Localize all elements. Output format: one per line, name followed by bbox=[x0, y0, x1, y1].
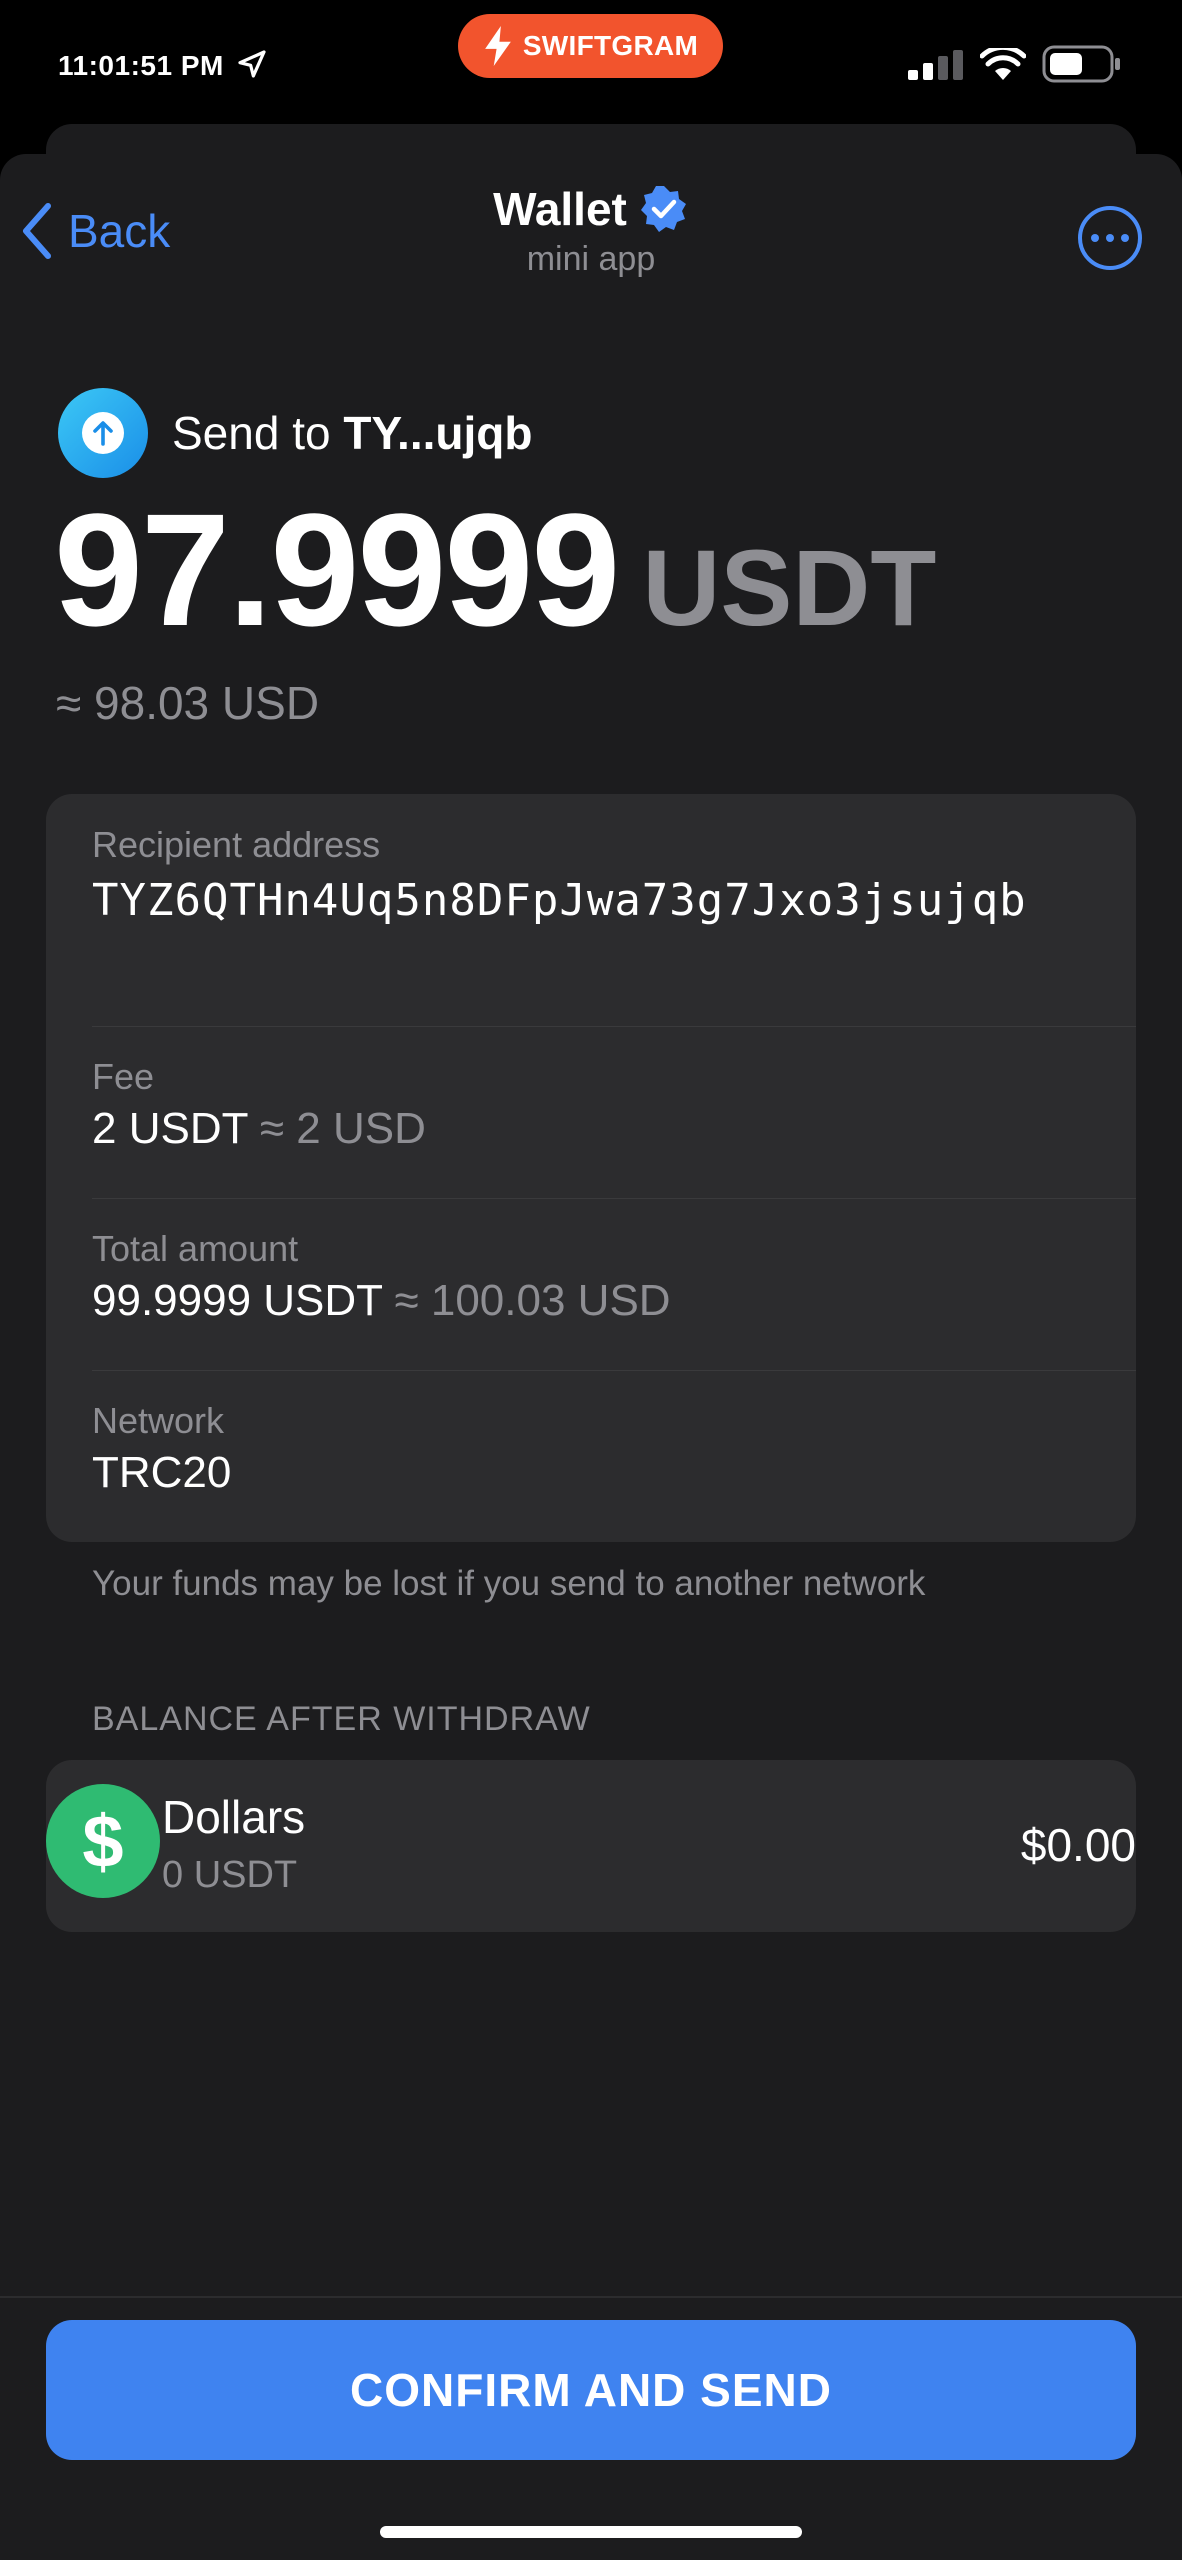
fee-row: Fee 2 USDT ≈ 2 USD bbox=[92, 1056, 1136, 1154]
send-to-prefix: Send to bbox=[172, 407, 344, 459]
confirm-and-send-button[interactable]: CONFIRM AND SEND bbox=[46, 2320, 1136, 2460]
amount-value: 97.9999 bbox=[54, 480, 620, 659]
send-arrow-icon bbox=[58, 388, 148, 478]
arrow-up-icon bbox=[93, 421, 113, 446]
more-dot-icon bbox=[1121, 234, 1129, 242]
total-amount: 99.9999 USDT bbox=[92, 1276, 383, 1325]
more-options-button[interactable] bbox=[1078, 206, 1142, 270]
amount-display: 97.9999 USDT bbox=[54, 490, 936, 650]
swiftgram-badge-label: SWIFTGRAM bbox=[522, 30, 699, 61]
lightning-icon bbox=[484, 26, 511, 66]
wallet-sheet: Back Wallet mini app Send to TY...ujqb 9… bbox=[0, 154, 1182, 2560]
balance-fiat-value: $0.00 bbox=[1020, 1819, 1136, 1871]
divider bbox=[92, 1370, 1136, 1371]
footer-divider bbox=[0, 2296, 1182, 2298]
more-dot-icon bbox=[1106, 234, 1114, 242]
recipient-row: Recipient address TYZ6QTHn4Uq5n8DFpJwa73… bbox=[92, 824, 1136, 932]
page-title-text: Wallet bbox=[493, 183, 627, 235]
transfer-details-card: Recipient address TYZ6QTHn4Uq5n8DFpJwa73… bbox=[46, 794, 1136, 1542]
page-subtitle: mini app bbox=[526, 240, 656, 278]
fee-label: Fee bbox=[92, 1056, 155, 1097]
divider bbox=[92, 1026, 1136, 1027]
balance-card: $ Dollars 0 USDT $0.00 bbox=[46, 1760, 1136, 1932]
location-arrow-icon bbox=[238, 50, 266, 78]
swiftgram-badge[interactable]: SWIFTGRAM bbox=[458, 14, 723, 78]
cellular-signal-icon bbox=[908, 50, 963, 80]
network-row: Network TRC20 bbox=[92, 1400, 1136, 1498]
more-dot-icon bbox=[1091, 234, 1099, 242]
network-label: Network bbox=[92, 1400, 225, 1441]
page-title: Wallet bbox=[493, 182, 689, 236]
balance-section-title: BALANCE AFTER WITHDRAW bbox=[92, 1700, 591, 1738]
total-value: 99.9999 USDT ≈ 100.03 USD bbox=[92, 1276, 1136, 1326]
verified-badge-icon bbox=[640, 186, 686, 232]
nav-title-area: Wallet mini app bbox=[0, 182, 1182, 279]
balance-asset-amount: 0 USDT bbox=[162, 1854, 298, 1896]
send-to-text: Send to TY...ujqb bbox=[172, 406, 532, 460]
total-fiat: ≈ 100.03 USD bbox=[382, 1276, 671, 1325]
send-to-row: Send to TY...ujqb bbox=[58, 388, 532, 478]
fee-fiat: ≈ 2 USD bbox=[247, 1104, 426, 1153]
amount-currency: USDT bbox=[642, 527, 937, 648]
dollar-icon: $ bbox=[46, 1784, 160, 1898]
home-indicator[interactable] bbox=[380, 2526, 802, 2538]
divider bbox=[92, 1198, 1136, 1199]
status-time: 11:01:51 PM bbox=[58, 50, 224, 81]
battery-icon bbox=[1042, 45, 1120, 83]
network-value: TRC20 bbox=[92, 1448, 232, 1497]
amount-fiat: ≈ 98.03 USD bbox=[56, 677, 320, 729]
fee-value: 2 USDT ≈ 2 USD bbox=[92, 1104, 1136, 1154]
network-warning: Your funds may be lost if you send to an… bbox=[92, 1564, 926, 1603]
total-label: Total amount bbox=[92, 1228, 299, 1269]
recipient-label: Recipient address bbox=[92, 824, 381, 865]
total-row: Total amount 99.9999 USDT ≈ 100.03 USD bbox=[92, 1228, 1136, 1326]
send-to-address: TY...ujqb bbox=[343, 407, 533, 459]
wifi-icon bbox=[980, 48, 1026, 80]
recipient-address[interactable]: TYZ6QTHn4Uq5n8DFpJwa73g7Jxo3jsujqb bbox=[92, 870, 1102, 932]
fee-amount: 2 USDT bbox=[92, 1104, 248, 1153]
balance-asset-name: Dollars bbox=[162, 1791, 306, 1843]
